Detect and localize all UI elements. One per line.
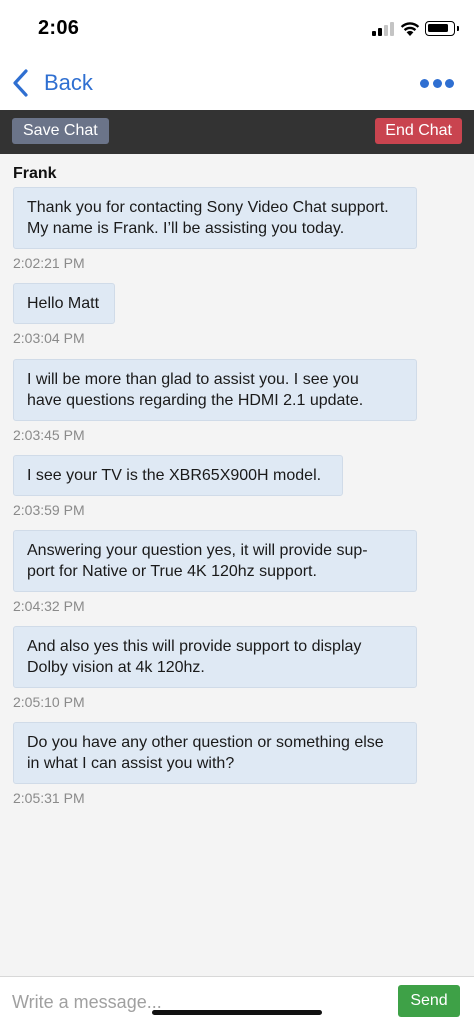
message-line: Answering your question yes, it will pro… <box>27 542 368 559</box>
message-line: I see your TV is the XBR65X900H model. <box>27 467 322 484</box>
message-bubble: Answering your question yes, it will pro… <box>13 530 417 592</box>
back-button[interactable]: Back <box>8 66 93 100</box>
send-button[interactable]: Send <box>398 985 460 1017</box>
message-line: port for Native or True 4K 120hz support… <box>27 563 317 580</box>
battery-icon <box>425 21 459 36</box>
message-timestamp: 2:03:59 PM <box>13 502 85 518</box>
message-line: Hello Matt <box>27 295 100 312</box>
status-time: 2:06 <box>38 17 80 39</box>
save-chat-button[interactable]: Save Chat <box>12 118 109 144</box>
message-timestamp: 2:02:21 PM <box>13 255 85 271</box>
message-bubble: And also yes this will provide support t… <box>13 626 417 688</box>
dot-icon <box>445 78 454 88</box>
status-bar: 2:06 <box>0 0 474 56</box>
message-bubble: Hello Matt <box>13 283 115 324</box>
home-indicator[interactable] <box>152 1010 322 1015</box>
message-timestamp: 2:05:10 PM <box>13 694 85 710</box>
message-composer: Send <box>0 976 474 1026</box>
message-bubble: I see your TV is the XBR65X900H model. <box>13 455 343 496</box>
message-timestamp: 2:04:32 PM <box>13 598 85 614</box>
message-timestamp: 2:03:45 PM <box>13 427 85 443</box>
message-line: My name is Frank. I’ll be assisting you … <box>27 220 345 237</box>
message-timestamp: 2:05:31 PM <box>13 790 85 806</box>
message-bubble: Thank you for contacting Sony Video Chat… <box>13 187 417 249</box>
chat-transcript[interactable]: Frank Thank you for contacting Sony Vide… <box>0 154 474 976</box>
message-line: I will be more than glad to assist you. … <box>27 371 359 388</box>
message-line: Dolby vision at 4k 120hz. <box>27 659 205 676</box>
chat-toolbar: Save Chat End Chat <box>0 110 474 154</box>
message-line: have questions regarding the HDMI 2.1 up… <box>27 392 364 409</box>
message-line: And also yes this will provide support t… <box>27 638 362 655</box>
message-timestamp: 2:03:04 PM <box>13 330 85 346</box>
more-options-button[interactable] <box>420 75 454 91</box>
end-chat-button[interactable]: End Chat <box>375 118 462 144</box>
message-line: Do you have any other question or someth… <box>27 734 384 751</box>
dot-icon <box>432 78 442 88</box>
message-bubble: I will be more than glad to assist you. … <box>13 359 417 421</box>
message-line: Thank you for contacting Sony Video Chat… <box>27 199 389 216</box>
chat-screen: 2:06 Back Save Chat End Chat Frank Thank… <box>0 0 474 1026</box>
agent-name: Frank <box>13 165 57 182</box>
navigation-bar: Back <box>0 56 474 110</box>
wifi-icon <box>400 22 420 36</box>
message-line: in what I can assist you with? <box>27 755 235 772</box>
back-label: Back <box>44 70 93 95</box>
chevron-left-icon <box>13 69 28 97</box>
message-bubble: Do you have any other question or someth… <box>13 722 417 784</box>
cellular-signal-icon <box>372 22 394 36</box>
dot-icon <box>420 78 429 88</box>
